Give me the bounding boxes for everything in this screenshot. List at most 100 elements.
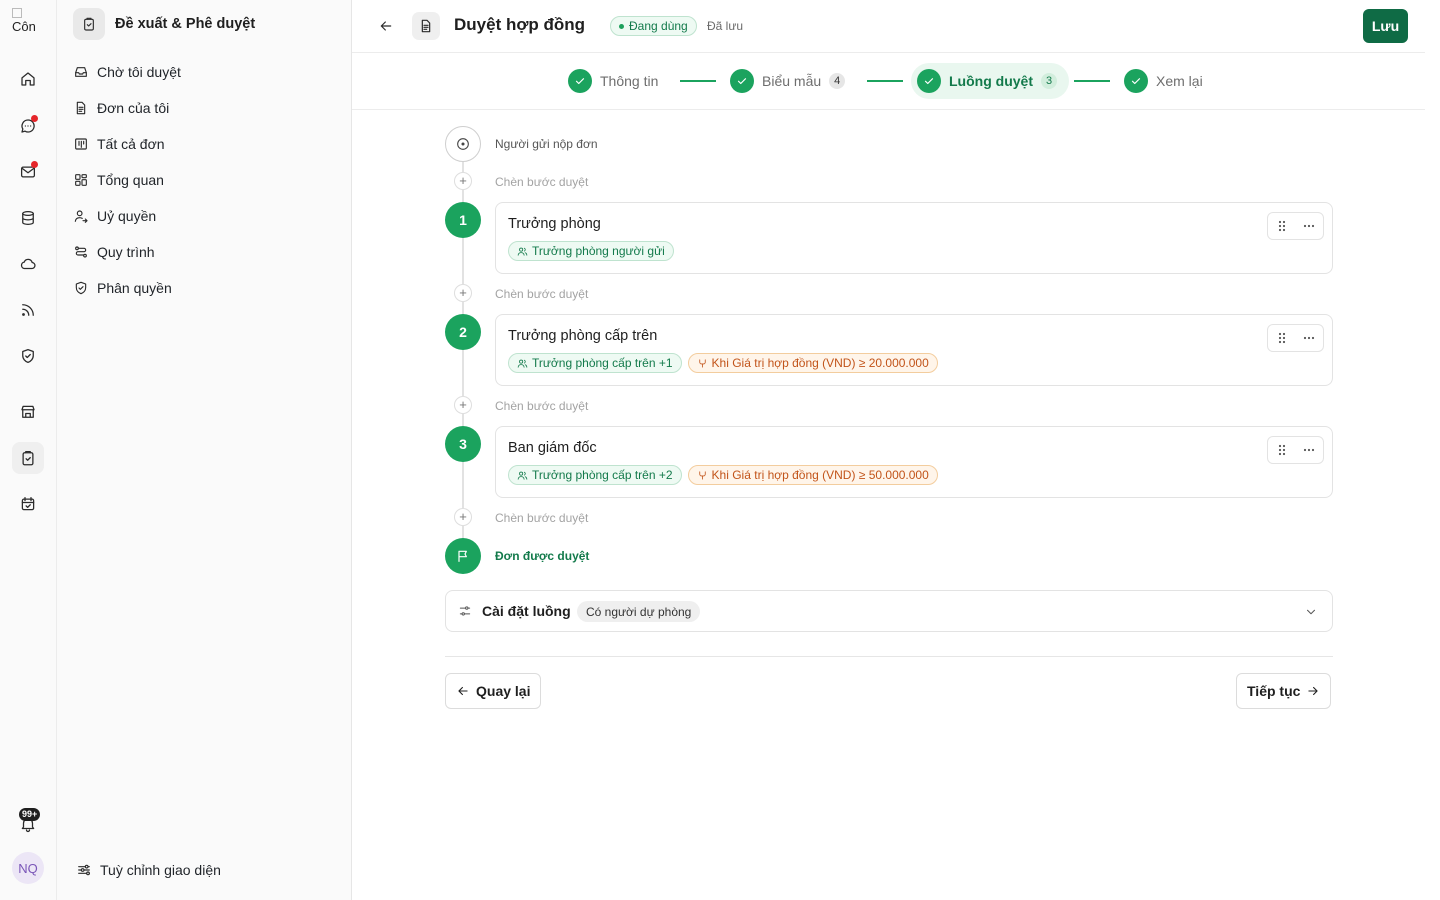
arrow-left-icon <box>458 686 468 696</box>
sidebar-item-workflow[interactable]: Quy trình <box>73 238 155 266</box>
back-button[interactable] <box>374 14 398 38</box>
clipboard-check-icon <box>84 17 94 31</box>
users-icon <box>517 359 528 368</box>
notification-dot <box>31 161 38 168</box>
check-icon <box>917 69 941 93</box>
module-icon-box <box>73 8 105 40</box>
approval-step-card[interactable]: Ban giám đốc Trưởng phòng cấp trên +2 Kh… <box>495 426 1333 498</box>
cloud-icon <box>20 258 36 270</box>
branch-icon <box>698 358 706 368</box>
flow-line <box>462 190 464 202</box>
insert-step-button[interactable]: + <box>454 284 472 302</box>
calendar-check-icon <box>21 496 35 511</box>
insert-step-label: Chèn bước duyệt <box>495 511 589 525</box>
notification-count-badge: 99+ <box>19 808 41 821</box>
flow-line <box>462 302 464 314</box>
rail-feed-button[interactable] <box>12 294 44 326</box>
app-logo[interactable]: Côn <box>12 8 44 40</box>
drag-handle-icon[interactable] <box>1268 437 1296 463</box>
sidebar-item-label: Quy trình <box>97 244 155 260</box>
rail-database-button[interactable] <box>12 202 44 234</box>
insert-step-button[interactable]: + <box>454 396 472 414</box>
approval-step-card[interactable]: Trưởng phòng cấp trên Trưởng phòng cấp t… <box>495 314 1333 386</box>
rail-cloud-button[interactable] <box>12 248 44 280</box>
customize-ui-button[interactable]: Tuỳ chỉnh giao diện <box>76 862 221 878</box>
target-circle-icon <box>457 138 469 150</box>
step-label: Biểu mẫu <box>762 73 822 89</box>
sidebar-item-all-requests[interactable]: Tất cả đơn <box>73 130 165 158</box>
kanban-icon <box>75 138 87 150</box>
rail-store-button[interactable] <box>12 396 44 428</box>
continue-button[interactable]: Tiếp tục <box>1236 673 1332 709</box>
step-review[interactable]: Xem lại <box>1118 63 1209 99</box>
step-count-badge: 3 <box>1041 73 1057 89</box>
sidebar-item-permissions[interactable]: Phân quyền <box>73 274 172 302</box>
flow-line <box>462 238 464 284</box>
document-icon <box>76 101 86 115</box>
flow-line <box>462 414 464 426</box>
rss-icon <box>22 304 34 316</box>
sidebar-item-label: Phân quyền <box>97 280 172 296</box>
step-number-2: 2 <box>445 314 481 350</box>
save-button[interactable]: Lưu <box>1363 9 1408 43</box>
insert-step-button[interactable]: + <box>454 172 472 190</box>
rail-calendar-button[interactable] <box>12 488 44 520</box>
flow-line <box>462 526 464 538</box>
step-count-badge: 4 <box>829 73 846 89</box>
approval-step-card[interactable]: Trưởng phòng Trưởng phòng người gửi <box>495 202 1333 274</box>
saved-indicator: Đã lưu <box>707 19 744 33</box>
insert-step-label: Chèn bước duyệt <box>495 287 589 301</box>
insert-step-button[interactable]: + <box>454 508 472 526</box>
sidebar-item-label: Chờ tôi duyệt <box>97 64 181 80</box>
step-form[interactable]: Biểu mẫu 4 <box>724 63 851 99</box>
divider <box>445 656 1333 657</box>
approval-step-title: Trưởng phòng <box>508 216 601 232</box>
more-icon[interactable] <box>1296 437 1324 463</box>
document-icon <box>421 19 431 33</box>
end-node <box>445 538 481 574</box>
insert-step-label: Chèn bước duyệt <box>495 399 589 413</box>
card-actions <box>1267 324 1324 352</box>
database-icon <box>22 210 34 226</box>
rail-security-button[interactable] <box>12 340 44 372</box>
avatar[interactable]: NQ <box>12 852 44 884</box>
more-icon[interactable] <box>1296 325 1324 351</box>
step-number-1: 1 <box>445 202 481 238</box>
users-icon <box>517 247 528 256</box>
document-icon-box <box>412 12 440 40</box>
users-icon <box>517 471 528 480</box>
arrow-right-icon <box>1308 686 1319 696</box>
sidebar-title: Đề xuất & Phê duyệt <box>115 16 256 32</box>
rail-home-button[interactable] <box>12 63 44 95</box>
store-icon <box>21 405 35 418</box>
check-icon <box>730 69 754 93</box>
sidebar-item-my-requests[interactable]: Đơn của tôi <box>73 94 169 122</box>
sidebar-item-label: Tất cả đơn <box>97 136 165 152</box>
sidebar-item-waiting[interactable]: Chờ tôi duyệt <box>73 58 181 86</box>
clipboard-check-icon <box>22 450 34 466</box>
drag-handle-icon[interactable] <box>1268 325 1296 351</box>
step-connector <box>680 80 716 82</box>
step-label: Xem lại <box>1156 73 1203 89</box>
approver-tag: Trưởng phòng người gửi <box>508 241 674 261</box>
rail-mail-button[interactable] <box>12 156 44 188</box>
stepper: Thông tin Biểu mẫu 4 Luồng duyệt 3 Xem l… <box>352 53 1425 110</box>
customize-ui-label: Tuỳ chỉnh giao diện <box>100 862 221 878</box>
drag-handle-icon[interactable] <box>1268 213 1296 239</box>
back-step-button[interactable]: Quay lại <box>445 673 542 709</box>
more-icon[interactable] <box>1296 213 1324 239</box>
step-approval-flow[interactable]: Luồng duyệt 3 <box>911 63 1069 99</box>
insert-step-label: Chèn bước duyệt <box>495 175 589 189</box>
approver-tag: Trưởng phòng cấp trên +2 <box>508 465 682 485</box>
sidebar-item-overview[interactable]: Tổng quan <box>73 166 164 194</box>
rail-approvals-button[interactable] <box>12 442 44 474</box>
home-icon <box>21 72 35 86</box>
flow-settings-accordion[interactable]: Cài đặt luồng Có người dự phòng <box>445 590 1333 632</box>
dashboard-icon <box>75 174 87 186</box>
step-label: Luồng duyệt <box>949 73 1033 89</box>
rail-chat-button[interactable] <box>12 110 44 142</box>
sidebar-item-delegation[interactable]: Uỷ quyền <box>73 202 156 230</box>
approver-tag: Trưởng phòng cấp trên +1 <box>508 353 682 373</box>
arrow-left-icon <box>380 21 392 31</box>
step-info[interactable]: Thông tin <box>562 63 664 99</box>
